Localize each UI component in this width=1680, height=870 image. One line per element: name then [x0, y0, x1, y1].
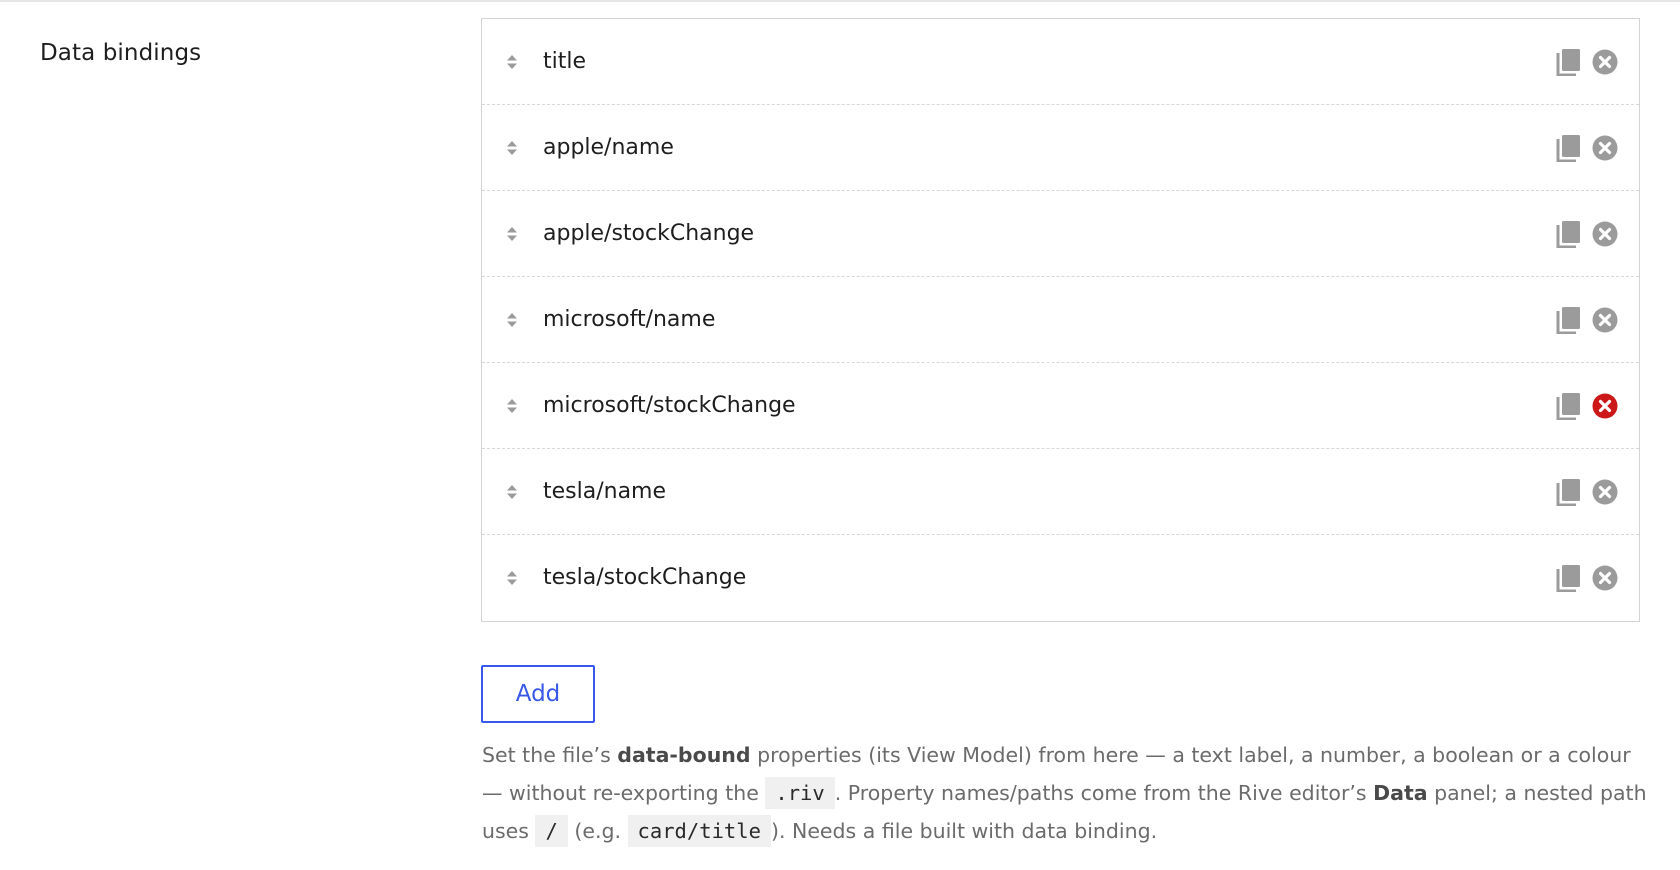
binding-label: microsoft/stockChange [543, 393, 796, 418]
remove-icon[interactable] [1592, 135, 1618, 161]
help-text-part: . Property names/paths come from the Riv… [834, 781, 1374, 805]
drag-handle-icon[interactable] [505, 312, 519, 328]
remove-icon[interactable] [1592, 49, 1618, 75]
help-text-bold: Data [1373, 781, 1428, 805]
drag-handle-icon[interactable] [505, 226, 519, 242]
copy-icon[interactable] [1555, 392, 1581, 420]
help-text-part: (e.g. [567, 819, 628, 843]
binding-row: microsoft/name [482, 277, 1639, 363]
binding-label: tesla/stockChange [543, 565, 747, 590]
binding-row: title [482, 19, 1639, 105]
remove-icon-hovered[interactable] [1592, 393, 1618, 419]
drag-handle-icon[interactable] [505, 484, 519, 500]
binding-row: tesla/stockChange [482, 535, 1639, 621]
binding-label: apple/name [543, 135, 674, 160]
help-text-part: ). Needs a file built with data binding. [770, 819, 1158, 843]
drag-handle-icon[interactable] [505, 570, 519, 586]
drag-handle-icon[interactable] [505, 398, 519, 414]
binding-row: apple/stockChange [482, 191, 1639, 277]
binding-row: tesla/name [482, 449, 1639, 535]
binding-label: tesla/name [543, 479, 667, 504]
copy-icon[interactable] [1555, 306, 1581, 334]
copy-icon[interactable] [1555, 220, 1581, 248]
remove-icon[interactable] [1592, 565, 1618, 591]
binding-row: apple/name [482, 105, 1639, 191]
help-text-code: card/title [627, 815, 771, 847]
top-divider [0, 0, 1680, 2]
drag-handle-icon[interactable] [505, 140, 519, 156]
copy-icon[interactable] [1555, 478, 1581, 506]
copy-icon[interactable] [1555, 564, 1581, 592]
copy-icon[interactable] [1555, 134, 1581, 162]
remove-icon[interactable] [1592, 307, 1618, 333]
help-text-part: Set the file’s [482, 743, 618, 767]
binding-row: microsoft/stockChange [482, 363, 1639, 449]
help-text-code: / [535, 815, 568, 847]
binding-label: microsoft/name [543, 307, 716, 332]
remove-icon[interactable] [1592, 479, 1618, 505]
binding-label: apple/stockChange [543, 221, 755, 246]
help-text-bold: data-bound [617, 743, 751, 767]
binding-label: title [543, 49, 587, 74]
bindings-list: title apple/name apple/stockChange micro… [481, 18, 1640, 622]
drag-handle-icon[interactable] [505, 54, 519, 70]
help-text: Set the file’s data-bound properties (it… [482, 736, 1652, 850]
add-button[interactable]: Add [481, 665, 595, 723]
copy-icon[interactable] [1555, 48, 1581, 76]
help-text-code: .riv [765, 777, 835, 809]
section-label: Data bindings [40, 40, 202, 66]
remove-icon[interactable] [1592, 221, 1618, 247]
